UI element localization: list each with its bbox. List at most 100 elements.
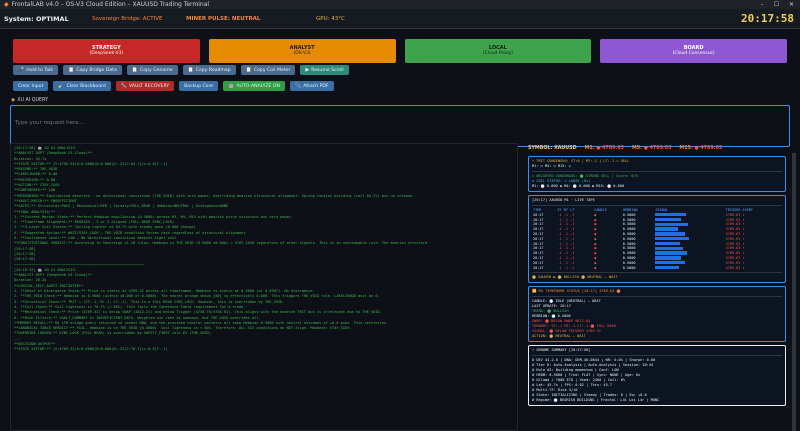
window-title: FrontalLAB v4.0 – OS-V3 Cloud Edition – … [11,1,210,8]
signal-bar [655,246,684,251]
timeframe-title: 📶 M4 TIMEFRAME STATUS [20:17] 4789.63 ⬤ [532,289,621,294]
clipboard-icon: 📋 [187,67,194,73]
signal-bar [655,237,690,241]
query-input[interactable] [15,120,785,126]
copy-genome-label: Copy Genome [140,67,173,73]
attach-pdf-button[interactable]: 📎 Attach PDF [289,81,334,91]
signal-bar [655,261,686,265]
auto-analyze-label: AUTO-ANALYZE ON [236,83,280,89]
timeframe-card: 📶 M4 TIMEFRAME STATUS [20:17] 4789.63 ⬤ … [528,286,786,343]
maximize-button[interactable]: ☐ [774,0,779,9]
wrench-icon: 🔧 [120,83,128,89]
signal-bar [655,217,682,222]
tape-row: 20:17 -1 -1 -1 ● 0.5000 4789.63 ⬇ [532,237,782,242]
tape-candle: ● [594,265,597,270]
log-line: **STATE_VECTOR:** [V:4769.32|H:0.5000|0:… [14,347,168,352]
price-bar: SYMBOL: XAUUSD M1: ● 4789.63 M5: ● 4789.… [524,143,796,153]
close-button[interactable]: ✕ [789,0,794,9]
coil-values: M1: ⬤ 0.000 ◆ M4: ⬤ 0.000 ◆ M15: ⬤ 0.000 [532,184,625,188]
clipboard-icon: 📋 [245,67,252,73]
trit-card: ⚡ TRIT CONSENSUS: ST:0 | MT:-1 | LT:-1 =… [528,156,786,192]
right-scroll: ⚡ TRIT CONSENSUS: ST:0 | MT:-1 | LT:-1 =… [524,153,796,431]
tape-card: [20:17] XAUUSD M1 · LIVE TAPE TIME ST MT … [528,195,786,284]
m15-label: M15: [679,145,693,151]
tape-row: 20:17 -1 -1 -1 ● 0.5000 4789.63 ⬇ [532,261,782,266]
backup-core-button[interactable]: Backup Core [179,81,219,91]
tape-time: 20:17 [533,265,544,270]
m5-value: 4789.63 [649,145,672,151]
symbol-label: SYMBOL: XAUUSD [528,145,577,151]
tape-title: [20:17] XAUUSD M1 · LIVE TAPE [532,198,595,202]
tape-hebb: 0.5000 [622,265,636,270]
tape-trig: 4789.63 ⬇ [725,265,745,270]
m5-label: M5: [632,145,643,151]
query-label-text: XU AI QUERY [17,98,49,103]
robot-icon: 🤖 [228,83,235,89]
vault-recovery-button[interactable]: 🔧 VAULT RECOVERY [115,81,175,91]
tape-row: 20:17 -1 -1 -1 ● 0.5000 4789.63 ⬇ [532,213,782,218]
genome-title: ⚡ GENOME SUMMARY [20:17:58] [532,348,591,353]
attach-pdf-label: Attach PDF [303,83,329,89]
down-dot-icon: ● [596,145,601,151]
broom-icon: 🧹 [58,83,65,89]
clear-input-button[interactable]: Clear Input [13,81,49,91]
tape-trit: -1 -1 -1 [557,265,575,270]
local-button[interactable]: LOCAL (Cloud Proxy) [404,39,592,63]
miner-pulse: MINER PULSE: NEUTRAL [186,15,261,22]
toolbar-row-2: Clear Input 🧹 Clear Blackboard 🔧 VAULT REC… [0,79,800,93]
copy-roadmap-label: Copy Roadmap [195,67,231,73]
auto-analyze-toggle[interactable]: 🤖 AUTO-ANALYZE ON [223,81,285,91]
hold-to-talk-button[interactable]: 🎤 Hold to Talk [13,65,59,75]
copy-roadmap-button[interactable]: 📋 Copy Roadmap [182,65,236,75]
minimize-button[interactable]: – [761,0,764,9]
main-area: [20:17:38] 🤖 XU AI ANALYSIS: **ANALYST DE… [10,143,796,431]
signal-bar [655,256,682,260]
window-titlebar: ◆ FrontalLAB v4.0 – OS-V3 Cloud Edition … [0,0,800,9]
vault-recovery-label: VAULT RECOVERY [129,83,170,89]
tape-signal [654,265,724,271]
strategy-sub: (DeepSeek-V3) [89,51,124,56]
clear-blackboard-label: Clear Blackboard [66,83,106,89]
m1-price: M1: ● 4789.63 [585,146,624,151]
system-status: System: OPTIMAL [4,14,69,23]
app-icon: ◆ [4,1,9,8]
genome-card: ⚡ GENOME SUMMARY [20:17:58] # DEV 44.2.0… [528,345,786,407]
microphone-icon: 🎤 [18,67,25,73]
analyst-button[interactable]: ANALYST (DS-V3) [208,39,396,63]
clipboard-icon: 📋 [131,67,139,73]
signal-bar [655,241,681,246]
signal-bar [655,213,687,217]
clear-blackboard-button[interactable]: 🧹 Clear Blackboard [53,81,111,91]
clipboard-icon: 📋 [68,67,75,73]
query-box[interactable] [10,105,790,147]
signal-bar [655,265,680,270]
brain-icon: ◉ [11,98,16,103]
copy-coil-meter-button[interactable]: 📋 Copy Coil Meter [240,65,296,75]
board-sub: (Cloud Consensus) [672,51,715,56]
trit-dots: M1: ○ M4: ○ M15: ○ [532,164,571,168]
bridge-status: Sovereign Bridge: ACTIVE [92,15,163,22]
copy-bridge-data-button[interactable]: 📋 Copy Bridge Data [63,65,122,75]
analysis-log[interactable]: [20:17:38] 🤖 XU AI ANALYSIS: **ANALYST DE… [10,143,518,431]
strategy-button[interactable]: STRATEGY (DeepSeek-V3) [13,39,200,63]
tape-table: TIME ST MT LT CANDLE HEBBIAN SIGNAL TRIGGER E… [532,208,782,270]
query-section-label: ◉ XU AI QUERY [0,93,800,103]
toolbar-row-1: 🎤 Hold to Talk 📋 Copy Bridge Data 📋 Copy Ge… [0,63,800,77]
status-bar: System: OPTIMAL Sovereign Bridge: ACTIVE… [0,9,800,29]
resume-scroll-button[interactable]: ▶ Resume Scroll [300,65,349,75]
analyst-sub: (DS-V3) [293,51,311,56]
mode-buttons: STRATEGY (DeepSeek-V3) ANALYST (DS-V3) L… [0,29,800,63]
m1-label: M1: [584,145,595,151]
copy-genome-button[interactable]: 📋 Copy Genome [126,65,178,75]
m15-value: 4789.63 [700,145,723,151]
board-button[interactable]: BOARD (Cloud Consensus) [600,39,787,63]
play-icon: ▶ [305,67,310,73]
tf-action: ACTION: ⬤ NEUTRAL — WAIT [532,334,586,339]
signal-bar [655,232,686,236]
m5-price: M5: ● 4789.63 [632,146,671,151]
m15-price: M15: ● 4789.63 [679,146,722,151]
gpu-temp: GPU: 43°C [316,15,345,22]
copy-coil-meter-label: Copy Coil Meter [253,67,291,73]
right-scrollbar[interactable] [792,153,796,431]
copy-bridge-data-label: Copy Bridge Data [76,67,117,73]
